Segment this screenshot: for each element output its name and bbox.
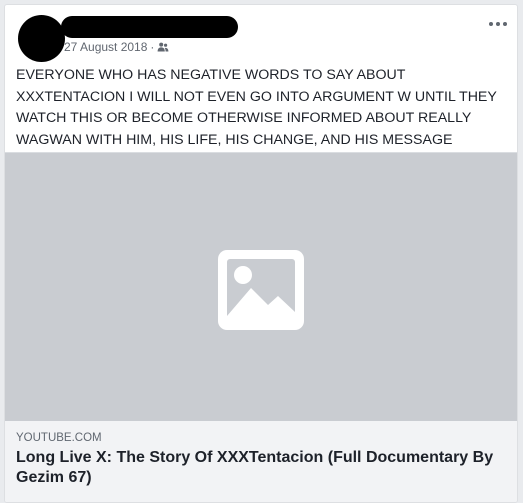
post-card: 27 August 2018 · EVERYONE WHO HAS NEGATI… bbox=[4, 4, 518, 503]
link-domain: YOUTUBE.COM bbox=[16, 432, 102, 444]
link-preview[interactable]: YOUTUBE.COM Long Live X: The Story Of XX… bbox=[5, 421, 517, 502]
friends-icon[interactable] bbox=[157, 41, 169, 53]
media-placeholder[interactable] bbox=[5, 152, 517, 422]
post-date[interactable]: 27 August 2018 bbox=[64, 40, 147, 54]
meta-separator: · bbox=[150, 40, 155, 54]
redacted-author-name bbox=[61, 16, 238, 38]
more-options-icon[interactable] bbox=[487, 18, 509, 30]
post-text: EVERYONE WHO HAS NEGATIVE WORDS TO SAY A… bbox=[16, 67, 497, 148]
image-placeholder-icon bbox=[218, 250, 304, 330]
link-title[interactable]: Long Live X: The Story Of XXXTentacion (… bbox=[16, 448, 506, 488]
avatar[interactable] bbox=[18, 15, 65, 62]
post-meta: 27 August 2018 · bbox=[64, 40, 169, 54]
